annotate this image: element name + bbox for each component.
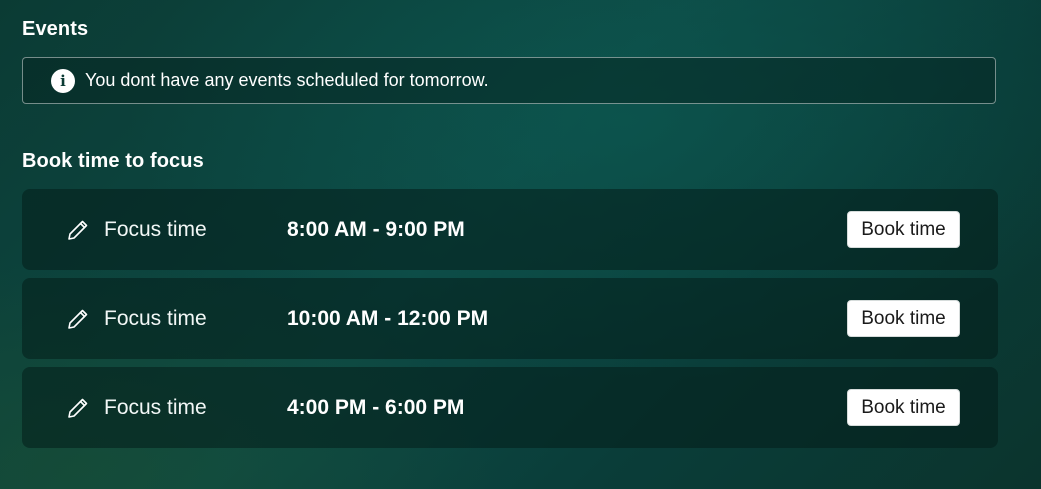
- pencil-icon: [68, 398, 88, 418]
- no-events-info-bar: i You dont have any events scheduled for…: [22, 57, 996, 104]
- focus-slot-row: Focus time 10:00 AM - 12:00 PM Book time: [22, 278, 998, 359]
- focus-slot-row: Focus time 4:00 PM - 6:00 PM Book time: [22, 367, 998, 448]
- book-time-button[interactable]: Book time: [847, 211, 960, 248]
- no-events-message: You dont have any events scheduled for t…: [85, 70, 489, 90]
- pencil-icon: [68, 220, 88, 240]
- focus-slot-time-range: 8:00 AM - 9:00 PM: [287, 217, 465, 241]
- focus-slot-row: Focus time 8:00 AM - 9:00 PM Book time: [22, 189, 998, 270]
- events-heading: Events: [22, 18, 89, 40]
- focus-heading: Book time to focus: [22, 150, 204, 172]
- focus-slot-label: Focus time: [104, 217, 207, 241]
- info-icon: i: [51, 68, 75, 93]
- focus-slot-label: Focus time: [104, 395, 207, 419]
- book-time-button[interactable]: Book time: [847, 300, 960, 337]
- pencil-icon: [68, 309, 88, 329]
- book-time-button[interactable]: Book time: [847, 389, 960, 426]
- focus-slot-label: Focus time: [104, 306, 207, 330]
- focus-slot-time-range: 4:00 PM - 6:00 PM: [287, 395, 465, 419]
- focus-slot-time-range: 10:00 AM - 12:00 PM: [287, 306, 489, 330]
- focus-slot-list: Focus time 8:00 AM - 9:00 PM Book time F…: [22, 189, 998, 456]
